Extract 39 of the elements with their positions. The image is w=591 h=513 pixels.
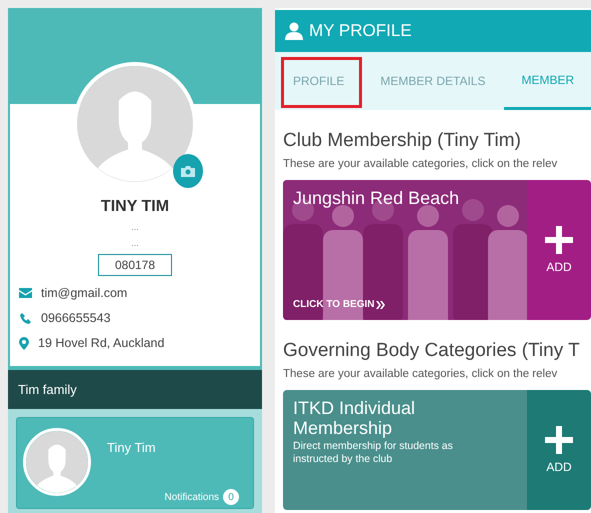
family-title: Tim family: [8, 370, 262, 409]
user-icon: [285, 22, 303, 40]
add-button[interactable]: ADD: [527, 180, 591, 320]
tab[interactable]: MEMBER: [504, 52, 591, 110]
mail-icon: [19, 288, 32, 298]
category-title: ITKD Individual Membership: [293, 398, 416, 438]
camera-icon: [181, 166, 195, 176]
section-subtitle: These are your available categories, click on the relev: [283, 158, 558, 170]
location-icon: [19, 336, 29, 350]
tab[interactable]: MEMBER DETAILS: [362, 52, 504, 110]
phone-text: 0966655543: [41, 311, 111, 325]
avatar-icon: [26, 431, 88, 493]
profile-detail: ...: [131, 238, 139, 248]
email-text: tim@gmail.com: [41, 286, 128, 300]
plus-icon: [545, 226, 573, 254]
tab[interactable]: PROFILE: [275, 52, 362, 110]
notifications-label: Notifications: [164, 492, 219, 502]
category-card[interactable]: Jungshin Red Beach CLICK TO BEGIN: [283, 180, 527, 320]
page-title: MY PROFILE: [309, 21, 412, 41]
click-to-begin-link[interactable]: CLICK TO BEGIN: [293, 299, 374, 310]
camera-button[interactable]: [173, 154, 203, 188]
add-button[interactable]: ADD: [527, 390, 591, 510]
address-text: 19 Hovel Rd, Auckland: [38, 336, 164, 350]
category-description: Direct membership for students as instructed by the club: [293, 440, 454, 466]
category-card[interactable]: ITKD Individual Membership Direct membership for students as instructed by the club: [283, 390, 527, 510]
phone-icon: [19, 312, 32, 324]
category-title: Jungshin Red Beach: [293, 188, 460, 208]
section-title: Club Membership (Tiny Tim): [283, 130, 522, 152]
avatar-icon: [77, 66, 193, 182]
section-title: Governing Body Categories (Tiny T: [283, 340, 581, 362]
profile-name: TINY TIM: [100, 198, 170, 216]
double-chevron-icon: [376, 300, 386, 308]
notification-count: 0: [223, 489, 239, 505]
plus-icon: [545, 426, 573, 454]
member-name: Tiny Tim: [107, 440, 156, 457]
member-id: 080178: [98, 254, 172, 276]
section-subtitle: These are your available categories, click on the relev: [283, 368, 558, 380]
profile-detail: ...: [131, 222, 139, 232]
family-member-card[interactable]: Tiny Tim Notifications 0: [16, 417, 254, 509]
